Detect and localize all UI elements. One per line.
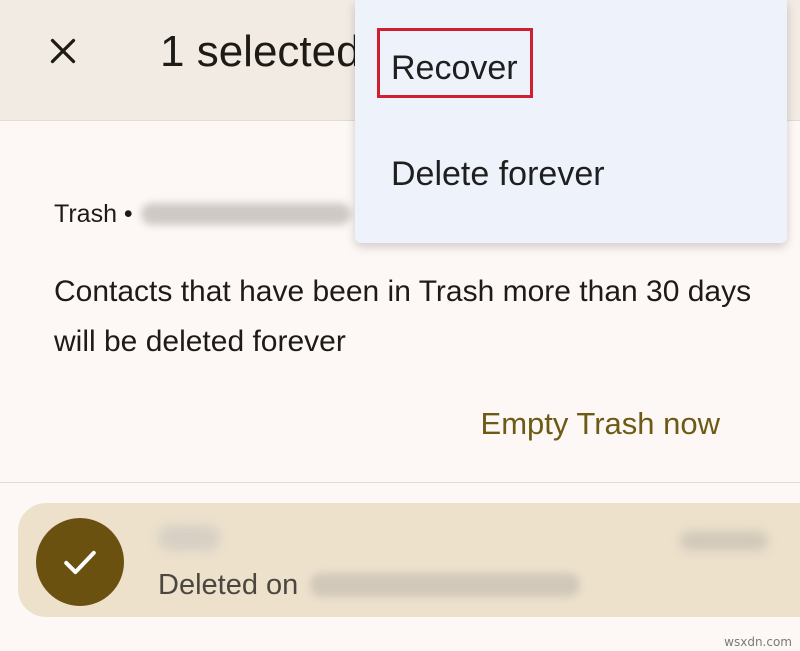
page-title: 1 selected (160, 27, 361, 76)
blurred-contact-name (158, 525, 220, 551)
check-icon (64, 550, 96, 575)
menu-item-delete-forever[interactable]: Delete forever (391, 152, 605, 196)
selected-contact-row[interactable]: Deleted on (18, 503, 800, 617)
blurred-deleted-device (310, 573, 581, 597)
trash-notice: Contacts that have been in Trash more th… (54, 275, 752, 358)
overflow-menu: Recover Delete forever (355, 0, 787, 243)
blurred-account-email (140, 203, 351, 225)
watermark: wsxdn.com (724, 635, 792, 649)
account-line: Trash • (54, 199, 351, 229)
close-button[interactable] (38, 26, 88, 76)
selected-avatar[interactable] (36, 518, 124, 606)
deleted-on-line: Deleted on (158, 567, 581, 603)
deleted-on-label: Deleted on (158, 569, 299, 601)
empty-trash-button[interactable]: Empty Trash now (481, 404, 720, 444)
blurred-contact-date (680, 531, 768, 551)
close-icon (50, 38, 76, 64)
menu-item-recover[interactable]: Recover (391, 46, 518, 90)
trash-label: Trash • (54, 200, 133, 228)
section-divider (0, 482, 800, 483)
